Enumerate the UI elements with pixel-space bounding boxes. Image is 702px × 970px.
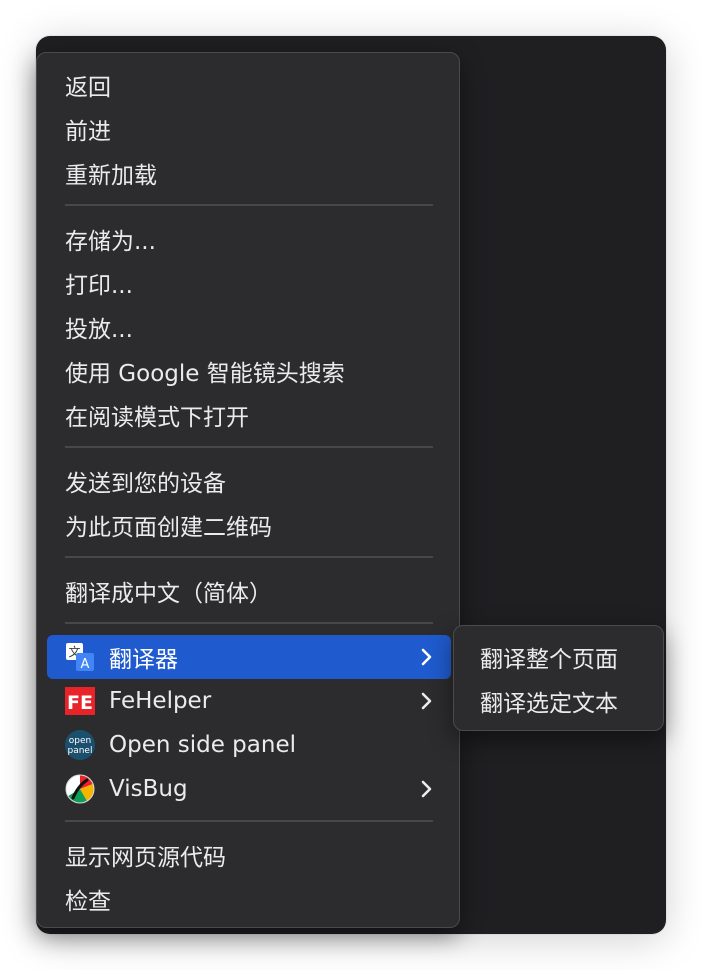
fehelper-icon: FE: [65, 687, 95, 715]
menu-item-back[interactable]: 返回: [47, 63, 451, 107]
menu-separator: [65, 820, 433, 822]
svg-text:open: open: [69, 736, 91, 746]
visbug-icon: [65, 774, 95, 804]
menu-item-label: FeHelper: [109, 688, 212, 714]
menu-separator: [65, 622, 433, 624]
chevron-right-icon: [421, 692, 432, 710]
chevron-right-icon: [421, 648, 432, 666]
svg-text:FE: FE: [67, 692, 93, 714]
menu-separator: [65, 556, 433, 558]
menu-item-label: 翻译器: [109, 647, 178, 673]
menu-item-label: VisBug: [109, 776, 188, 802]
menu-separator: [65, 446, 433, 448]
svg-text:panel: panel: [68, 746, 93, 756]
menu-item-view-source[interactable]: 显示网页源代码: [47, 833, 451, 877]
menu-item-label: Open side panel: [109, 732, 296, 758]
menu-item-send-to-devices[interactable]: 发送到您的设备: [47, 459, 451, 503]
context-menu: 返回 前进 重新加载 存储为... 打印... 投放... 使用 Google …: [36, 52, 460, 928]
menu-item-inspect[interactable]: 检查: [47, 877, 451, 921]
open-panel-icon: open panel: [65, 730, 95, 760]
menu-item-print[interactable]: 打印...: [47, 261, 451, 305]
menu-separator: [65, 204, 433, 206]
translate-icon: 文 A: [66, 643, 94, 672]
submenu-item-translate-selection[interactable]: 翻译选定文本: [462, 679, 655, 723]
menu-item-reading-mode[interactable]: 在阅读模式下打开: [47, 393, 451, 437]
svg-text:A: A: [81, 657, 90, 672]
menu-item-google-lens[interactable]: 使用 Google 智能镜头搜索: [47, 349, 451, 393]
menu-item-fehelper[interactable]: FE FeHelper: [47, 679, 451, 723]
menu-item-open-side-panel[interactable]: open panel Open side panel: [47, 723, 451, 767]
menu-item-create-qr-code[interactable]: 为此页面创建二维码: [47, 503, 451, 547]
menu-item-cast[interactable]: 投放...: [47, 305, 451, 349]
menu-item-translate-to-chinese[interactable]: 翻译成中文（简体）: [47, 569, 451, 613]
menu-item-save-as[interactable]: 存储为...: [47, 217, 451, 261]
submenu-item-translate-page[interactable]: 翻译整个页面: [462, 635, 655, 679]
menu-item-forward[interactable]: 前进: [47, 107, 451, 151]
translator-submenu: 翻译整个页面 翻译选定文本: [453, 625, 664, 731]
menu-item-reload[interactable]: 重新加载: [47, 151, 451, 195]
chevron-right-icon: [421, 780, 432, 798]
menu-item-translator[interactable]: 文 A 翻译器: [47, 635, 451, 679]
menu-item-visbug[interactable]: VisBug: [47, 767, 451, 811]
